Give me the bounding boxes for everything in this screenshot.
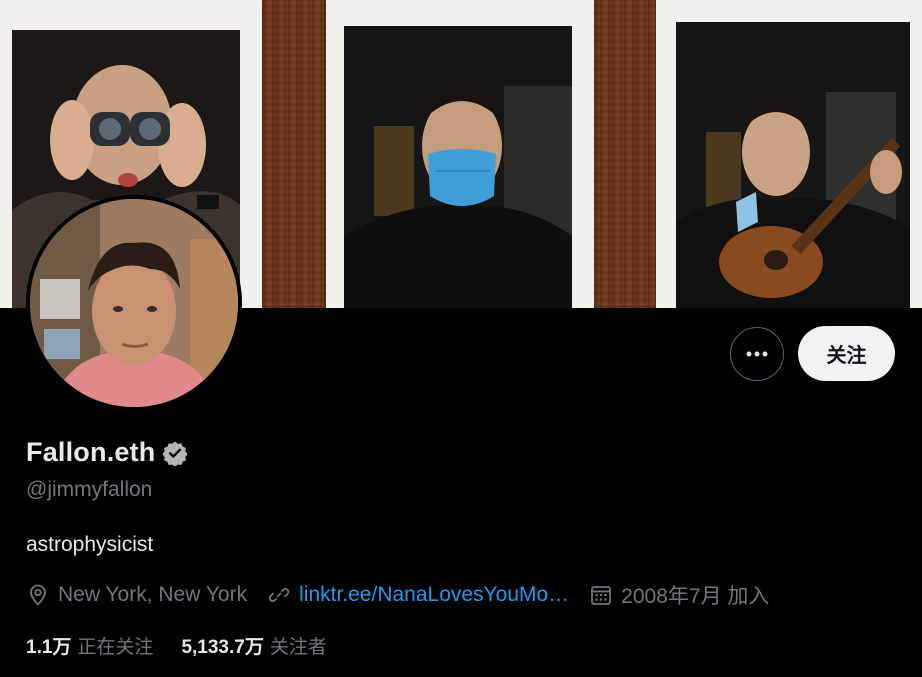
avatar-photo	[30, 199, 238, 407]
joined-item: 2008年7月 加入	[589, 580, 769, 610]
following-stat[interactable]: 1.1万 正在关注	[26, 632, 153, 659]
joined-text: 2008年7月 加入	[621, 585, 770, 608]
banner-polaroid-ukulele	[656, 0, 922, 308]
ukulele-photo	[676, 22, 910, 308]
more-options-button[interactable]	[730, 327, 784, 381]
profile-meta-row: New York, New York linktr.ee/NanaLovesYo…	[26, 580, 789, 610]
mask-photo	[344, 26, 572, 308]
profile-avatar[interactable]	[26, 195, 242, 411]
calendar-icon	[591, 586, 612, 605]
more-horizontal-icon	[746, 351, 768, 357]
followers-label: 关注者	[269, 637, 327, 658]
follow-button[interactable]: 关注	[798, 326, 895, 381]
verified-badge-icon[interactable]	[161, 440, 188, 466]
link-icon	[268, 588, 290, 602]
location-pin-icon	[30, 584, 46, 606]
followers-stat[interactable]: 5,133.7万 关注者	[181, 632, 326, 659]
following-label: 正在关注	[77, 637, 154, 658]
followers-count: 5,133.7万	[181, 637, 264, 658]
location-item: New York, New York	[26, 583, 247, 607]
display-name: Fallon.eth	[26, 437, 156, 467]
website-link[interactable]: linktr.ee/NanaLovesYouMo…	[299, 583, 569, 607]
following-count: 1.1万	[26, 637, 72, 658]
user-handle: @jimmyfallon	[26, 478, 153, 501]
display-name-row: Fallon.eth	[26, 437, 188, 468]
follow-stats: 1.1万 正在关注 5,133.7万 关注者	[26, 632, 355, 659]
banner-polaroid-mask	[326, 0, 594, 308]
location-text: New York, New York	[58, 583, 248, 606]
bio-text: astrophysicist	[26, 533, 154, 556]
website-item[interactable]: linktr.ee/NanaLovesYouMo…	[267, 583, 569, 607]
